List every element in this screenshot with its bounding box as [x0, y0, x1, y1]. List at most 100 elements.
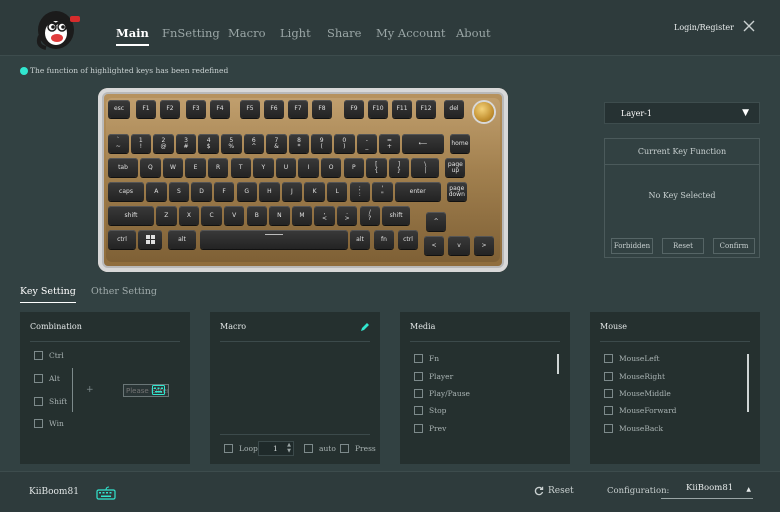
key-2-2[interactable]: W [162, 158, 184, 177]
key-0-2[interactable]: F2 [160, 100, 180, 118]
key-1-12[interactable]: = + [379, 134, 400, 153]
checkbox-stop[interactable]: Stop [414, 406, 446, 415]
key-1-7[interactable]: 7 & [266, 134, 287, 153]
key-5-2[interactable]: alt [168, 230, 196, 249]
key-5-4[interactable]: alt [350, 230, 370, 249]
checkbox-shift[interactable]: Shift [34, 397, 67, 406]
key-3-3[interactable]: D [191, 182, 212, 201]
key-4-7[interactable]: M [291, 206, 313, 225]
key-0-10[interactable]: F10 [368, 100, 388, 118]
key-2-5[interactable]: T [230, 158, 251, 177]
key-4-4[interactable]: V [223, 206, 245, 225]
tab-other-setting[interactable]: Other Setting [91, 286, 157, 297]
key-4-9[interactable]: . > [336, 206, 358, 225]
key-2-11[interactable]: [ { [366, 158, 387, 177]
key-2-0[interactable]: tab [108, 158, 138, 177]
key-4-1[interactable]: Z [156, 206, 177, 225]
key-4-6[interactable]: N [269, 206, 290, 225]
keyboard-icon[interactable] [152, 385, 165, 395]
key-2-14[interactable]: page up [445, 158, 466, 177]
key-0-7[interactable]: F7 [288, 100, 308, 118]
key-2-9[interactable]: O [320, 158, 342, 177]
key-1-11[interactable]: - _ [356, 134, 378, 153]
key-3-10[interactable]: ; : [349, 182, 370, 201]
key-3-13[interactable]: page down [446, 182, 467, 201]
key-1-9[interactable]: 9 ( [311, 134, 332, 153]
key-0-1[interactable]: F1 [136, 100, 156, 118]
checkbox-loop[interactable]: Loop [224, 444, 258, 453]
edit-pencil-icon[interactable] [360, 322, 370, 332]
key-3-4[interactable]: F [213, 182, 235, 201]
configuration-select[interactable]: KiiBoom81 ▲ [661, 483, 753, 499]
key-4-2[interactable]: X [178, 206, 200, 225]
key-5-6[interactable]: ctrl [398, 230, 418, 249]
key-4-10[interactable]: / ? [359, 206, 380, 225]
key-0-3[interactable]: F3 [186, 100, 206, 118]
checkbox-mouse-middle[interactable]: MouseMiddle [604, 389, 671, 398]
checkbox-fn[interactable]: Fn [414, 354, 439, 363]
reset-key-button[interactable]: Reset [662, 238, 704, 254]
checkbox-player[interactable]: Player [414, 372, 453, 381]
key-5-7[interactable]: < [424, 236, 444, 255]
key-4-12[interactable]: ^ [426, 212, 447, 231]
key-1-8[interactable]: 8 * [288, 134, 310, 153]
key-0-13[interactable]: del [444, 100, 464, 118]
key-2-3[interactable]: E [185, 158, 206, 177]
key-3-11[interactable]: ' " [372, 182, 393, 201]
close-icon[interactable] [741, 18, 757, 34]
checkbox-mouse-forward[interactable]: MouseForward [604, 406, 676, 415]
tab-light[interactable]: Light [280, 26, 311, 40]
key-2-1[interactable]: Q [140, 158, 161, 177]
tab-key-setting[interactable]: Key Setting [20, 286, 76, 303]
key-2-13[interactable]: \ | [411, 158, 440, 177]
tab-fnsetting[interactable]: FnSetting [162, 26, 220, 40]
key-0-6[interactable]: F6 [264, 100, 284, 118]
stepper-arrows-icon[interactable]: ▲ ▼ [287, 442, 291, 454]
key-3-0[interactable]: caps [108, 182, 144, 201]
tab-main[interactable]: Main [116, 26, 149, 46]
key-4-3[interactable]: C [201, 206, 222, 225]
key-3-5[interactable]: G [236, 182, 257, 201]
key-3-8[interactable]: K [304, 182, 325, 201]
key-0-9[interactable]: F9 [344, 100, 364, 118]
key-3-7[interactable]: J [281, 182, 303, 201]
key-1-10[interactable]: 0 ) [334, 134, 355, 153]
key-1-13[interactable]: ⟵ [401, 134, 444, 153]
key-0-0[interactable]: esc [108, 100, 130, 118]
key-1-2[interactable]: 2 @ [153, 134, 174, 153]
key-3-1[interactable]: A [146, 182, 167, 201]
key-3-12[interactable]: enter [394, 182, 441, 201]
checkbox-ctrl[interactable]: Ctrl [34, 351, 64, 360]
key-4-0[interactable]: shift [108, 206, 154, 225]
key-2-10[interactable]: P [343, 158, 364, 177]
key-3-9[interactable]: L [326, 182, 348, 201]
key-0-8[interactable]: F8 [312, 100, 332, 118]
tab-macro[interactable]: Macro [228, 26, 266, 40]
key-0-5[interactable]: F5 [240, 100, 260, 118]
key-1-3[interactable]: 3 # [175, 134, 197, 153]
key-3-2[interactable]: S [168, 182, 190, 201]
checkbox-play-pause[interactable]: Play/Pause [414, 389, 470, 398]
key-0-11[interactable]: F11 [392, 100, 412, 118]
key-1-5[interactable]: 5 % [221, 134, 242, 153]
checkbox-press[interactable]: Press [340, 444, 376, 453]
forbidden-button[interactable]: Forbidden [611, 238, 653, 254]
key-2-8[interactable]: I [298, 158, 319, 177]
login-register-link[interactable]: Login/Register [674, 23, 734, 32]
key-2-7[interactable]: U [275, 158, 297, 177]
key-2-6[interactable]: Y [253, 158, 274, 177]
checkbox-prev[interactable]: Prev [414, 424, 446, 433]
key-5-1[interactable] [138, 230, 162, 249]
keyboard-device-icon[interactable] [96, 486, 116, 500]
key-5-9[interactable]: > [474, 236, 494, 255]
loop-count-input[interactable]: 1 ▲ ▼ [258, 441, 294, 456]
key-1-4[interactable]: 4 $ [198, 134, 219, 153]
media-scrollbar[interactable] [557, 354, 559, 374]
key-4-5[interactable]: B [246, 206, 267, 225]
checkbox-mouse-back[interactable]: MouseBack [604, 424, 663, 433]
checkbox-alt[interactable]: Alt [34, 374, 60, 383]
checkbox-mouse-left[interactable]: MouseLeft [604, 354, 660, 363]
key-1-14[interactable]: home [449, 134, 470, 153]
tab-share[interactable]: Share [327, 26, 361, 40]
tab-about[interactable]: About [456, 26, 491, 40]
